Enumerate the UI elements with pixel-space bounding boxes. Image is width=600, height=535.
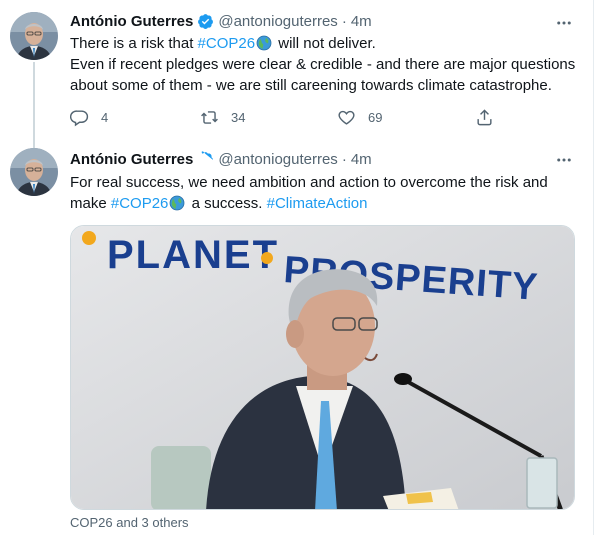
verified-badge-icon <box>202 150 214 162</box>
separator-dot: · <box>341 150 347 168</box>
hashtag-cop26[interactable]: #COP26 <box>111 195 169 212</box>
tweet-line: For real success, we need ambition and a… <box>70 172 580 214</box>
tweet-line: Even if recent pledges were clear & cred… <box>70 56 576 94</box>
like-button[interactable]: 69 <box>337 108 382 127</box>
tagged-people-link[interactable]: COP26 and 3 others <box>70 515 189 530</box>
timestamp[interactable]: 4m <box>351 13 372 30</box>
share-icon <box>477 108 492 125</box>
retweet-icon <box>201 110 218 124</box>
hashtag-climateaction[interactable]: #ClimateAction <box>267 195 368 212</box>
more-options-icon[interactable] <box>554 150 574 170</box>
cop26-globe-emoji-icon <box>170 195 185 211</box>
timeline-thread: António Guterres @antonioguterres · 4m T… <box>0 0 594 535</box>
author-name[interactable]: António Guterres <box>70 13 193 30</box>
separator-dot: · <box>341 12 347 30</box>
avatar[interactable] <box>10 148 58 196</box>
avatar[interactable] <box>10 12 58 60</box>
author-handle[interactable]: @antonioguterres <box>218 13 337 30</box>
tweet-line: There is a risk that #COP26 will not del… <box>70 33 580 54</box>
reply-icon <box>70 109 89 126</box>
tweet-text: For real success, we need ambition and a… <box>70 172 580 214</box>
heart-icon <box>338 110 355 125</box>
author-handle[interactable]: @antonioguterres <box>218 151 337 168</box>
author-name[interactable]: António Guterres <box>70 151 193 168</box>
tweet-actions: 4 34 69 <box>70 106 510 128</box>
text-segment: a success. <box>187 195 267 212</box>
text-segment: will not deliver. <box>274 35 376 52</box>
tweet[interactable]: António Guterres @antonioguterres · 4m T… <box>0 0 594 148</box>
tweet[interactable]: António Guterres @antonioguterres · 4m F… <box>0 142 594 535</box>
hashtag-cop26[interactable]: #COP26 <box>198 35 256 52</box>
tweet-header: António Guterres @antonioguterres · 4m <box>70 149 372 169</box>
more-options-icon[interactable] <box>554 13 574 33</box>
thread-connector <box>33 62 35 148</box>
like-count: 69 <box>368 109 383 125</box>
timestamp[interactable]: 4m <box>351 151 372 168</box>
verified-badge-icon <box>198 13 214 29</box>
reply-button[interactable]: 4 <box>70 108 108 127</box>
tweet-header: António Guterres @antonioguterres · 4m <box>70 11 372 31</box>
retweet-button[interactable]: 34 <box>200 108 245 127</box>
tweet-text: There is a risk that #COP26 will not del… <box>70 33 580 96</box>
tweet-photo[interactable]: PLANET PROSPERITY <box>70 225 575 510</box>
reply-count: 4 <box>101 109 109 125</box>
retweet-count: 34 <box>231 109 246 125</box>
cop26-globe-emoji-icon <box>256 35 272 51</box>
banner-word-planet: PLANET <box>107 233 279 277</box>
share-button[interactable] <box>475 108 494 127</box>
text-segment: There is a risk that <box>70 35 198 52</box>
